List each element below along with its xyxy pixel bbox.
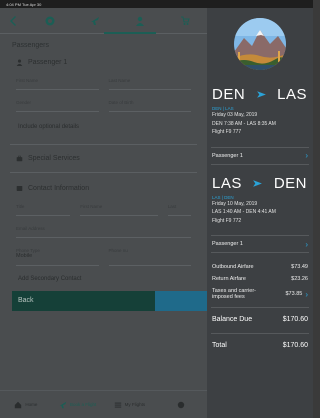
active-tab-indicator: [104, 32, 156, 34]
passenger-card-header: Passenger 1: [0, 53, 207, 72]
return-airfare-row: Return Airfare $23.26: [212, 276, 308, 282]
add-secondary-contact-link[interactable]: Add Secondary Contact: [0, 268, 207, 290]
taxes-row[interactable]: Taxes and carrier-imposed fees $73.85 ›: [207, 285, 313, 303]
divider: [10, 172, 197, 173]
nav-my-flights[interactable]: My Flights: [104, 401, 156, 409]
contact-first-name-field[interactable]: First Name: [80, 204, 158, 216]
airplane-icon: [253, 179, 263, 187]
cart-icon[interactable]: [162, 16, 207, 26]
phone-number-field[interactable]: Phone nu: [108, 248, 191, 266]
return-origin: LAS: [212, 174, 242, 192]
title-field[interactable]: Title: [16, 204, 71, 216]
form-action-bar: Back: [12, 291, 207, 311]
email-field[interactable]: Email Address: [16, 226, 191, 238]
airplane-icon[interactable]: [72, 16, 117, 26]
briefcase-icon: [16, 155, 23, 162]
return-passenger-row[interactable]: Passenger 1 ›: [207, 236, 313, 252]
back-button[interactable]: Back: [12, 291, 155, 311]
section-title: Passengers: [12, 42, 49, 49]
flight-list-icon: [114, 402, 121, 408]
return-destination: DEN: [273, 174, 307, 192]
first-name-field[interactable]: First Name: [16, 78, 99, 90]
outbound-details: Friday 03 May, 2019 DEN 7:38 AM - LAS 8:…: [212, 112, 276, 135]
continue-button[interactable]: [155, 291, 207, 311]
nav-home[interactable]: Home: [0, 401, 52, 409]
divider: [10, 144, 197, 145]
outbound-route: DEN LAS: [207, 86, 313, 103]
balance-due-row: Balance Due $170.60: [212, 316, 308, 323]
contact-info-header: Contact Information: [0, 177, 207, 198]
contact-card-icon: [16, 186, 23, 191]
special-services-header[interactable]: Special Services: [0, 149, 207, 168]
nav-book-flight[interactable]: Book a Flight: [52, 401, 104, 409]
booking-form-background: Passengers Passenger 1 First Name Last N…: [0, 8, 207, 418]
outbound-origin: DEN: [212, 86, 246, 103]
optional-details-link[interactable]: Include optional details: [0, 116, 207, 138]
contact-last-name-field[interactable]: Last: [167, 204, 191, 216]
globe-icon[interactable]: [27, 16, 72, 26]
outbound-passenger-row[interactable]: Passenger 1 ›: [207, 148, 313, 164]
gender-field[interactable]: Gender: [16, 100, 99, 112]
outbound-airfare-row: Outbound Airfare $73.49: [212, 264, 308, 270]
divider: [211, 307, 309, 308]
return-route: LAS DEN: [207, 175, 313, 192]
destination-photo: [234, 18, 286, 70]
top-tab-bar: [0, 8, 207, 34]
status-time: 4:04 PM Tue Apr 30: [6, 2, 42, 7]
person-icon[interactable]: [117, 16, 162, 26]
airplane-icon: [59, 401, 67, 408]
person-icon: [16, 59, 23, 66]
bottom-navigation: Home Book a Flight My Flights: [0, 390, 207, 418]
return-details: Friday 10 May, 2019 LAS 1:40 AM - DEN 4:…: [212, 200, 276, 224]
total-row: Total $170.60: [212, 342, 308, 349]
divider: [211, 252, 309, 253]
more-icon: [177, 401, 185, 408]
back-chevron-icon[interactable]: [0, 15, 27, 26]
chevron-right-icon: ›: [305, 151, 308, 160]
phone-type-select[interactable]: Phone Type Mobile: [16, 248, 99, 266]
divider: [211, 163, 309, 165]
chevron-right-icon: ›: [305, 239, 308, 249]
dob-field[interactable]: Date of Birth: [108, 100, 191, 112]
home-icon: [15, 401, 22, 408]
status-bar: 4:04 PM Tue Apr 30: [0, 0, 313, 8]
airplane-icon: [256, 91, 266, 98]
trip-summary-drawer: DEN LAS DEN | LAS Friday 03 May, 2019 DE…: [207, 8, 313, 418]
divider: [211, 333, 309, 334]
chevron-right-icon: ›: [305, 289, 308, 299]
outbound-destination: LAS: [277, 86, 307, 103]
nav-more[interactable]: [155, 401, 207, 409]
last-name-field[interactable]: Last Name: [108, 78, 191, 90]
